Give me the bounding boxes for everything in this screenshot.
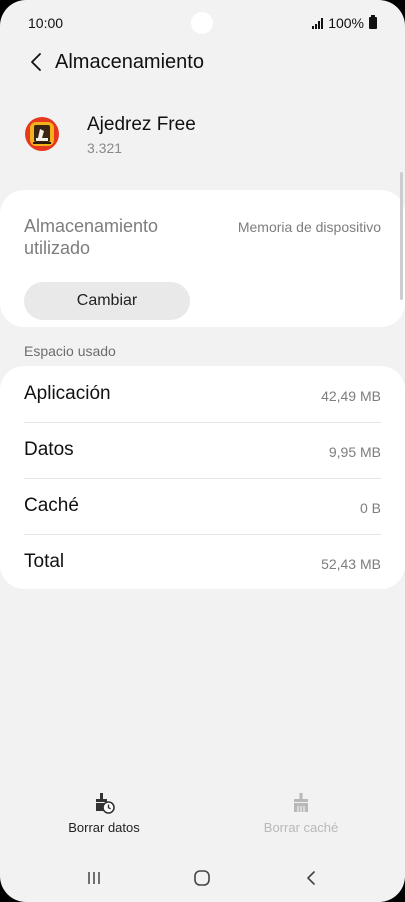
bottom-action-bar: Borrar datos Borrar caché: [0, 792, 405, 852]
broom-clock-icon: [96, 793, 115, 814]
chess-app-icon: [25, 117, 59, 151]
signal-icon: [312, 17, 324, 29]
home-icon: [194, 870, 211, 886]
status-bar: 10:00 100%: [0, 0, 405, 44]
usage-row-data: Datos 9,95 MB: [24, 422, 381, 479]
battery-icon: [369, 15, 377, 29]
clear-data-label: Borrar datos: [68, 820, 140, 835]
clear-cache-label: Borrar caché: [263, 820, 339, 835]
back-icon: [307, 871, 315, 885]
scroll-indicator[interactable]: [400, 172, 403, 300]
battery-percent: 100%: [328, 15, 364, 31]
back-button[interactable]: [14, 40, 58, 84]
recents-icon: [88, 872, 100, 884]
usage-row-value: 42,49 MB: [321, 388, 381, 404]
home-button[interactable]: [177, 858, 227, 898]
app-info: Ajedrez Free 3.321: [0, 110, 405, 160]
storage-location-card: Almacenamiento utilizado Memoria de disp…: [0, 190, 405, 327]
usage-row-label: Total: [24, 551, 65, 572]
navigation-bar: [0, 854, 405, 902]
usage-row-label: Aplicación: [24, 383, 111, 404]
app-name: Ajedrez Free: [87, 114, 196, 135]
usage-row-cache: Caché 0 B: [24, 478, 381, 535]
usage-row-value: 9,95 MB: [328, 444, 381, 460]
app-bar: Almacenamiento: [0, 40, 405, 84]
camera-cutout: [191, 12, 213, 34]
usage-card: Aplicación 42,49 MB Datos 9,95 MB Caché …: [0, 366, 405, 589]
page-title: Almacenamiento: [55, 50, 204, 73]
screen: 10:00 100% Almacenamiento Ajedrez Free 3…: [0, 0, 405, 902]
nav-back-button[interactable]: [286, 858, 336, 898]
clear-cache-button[interactable]: Borrar caché: [236, 792, 366, 835]
usage-row-value: 0 B: [359, 500, 381, 516]
recents-button[interactable]: [69, 858, 119, 898]
storage-used-label: Almacenamiento utilizado: [24, 216, 159, 258]
space-used-header: Espacio usado: [24, 343, 116, 359]
change-storage-button[interactable]: Cambiar: [24, 282, 190, 320]
clear-data-button[interactable]: Borrar datos: [39, 792, 169, 835]
usage-row-value: 52,43 MB: [321, 556, 381, 572]
chevron-left-icon: [31, 53, 41, 71]
usage-row-label: Datos: [24, 439, 74, 460]
storage-location-value: Memoria de dispositivo: [237, 219, 381, 235]
app-version: 3.321: [87, 140, 123, 156]
usage-row-label: Caché: [24, 495, 79, 516]
broom-icon: [294, 793, 308, 812]
status-indicators: 100%: [312, 15, 377, 31]
status-time: 10:00: [28, 15, 64, 31]
usage-row-total: Total 52,43 MB: [24, 534, 381, 590]
usage-row-app: Aplicación 42,49 MB: [24, 366, 381, 423]
